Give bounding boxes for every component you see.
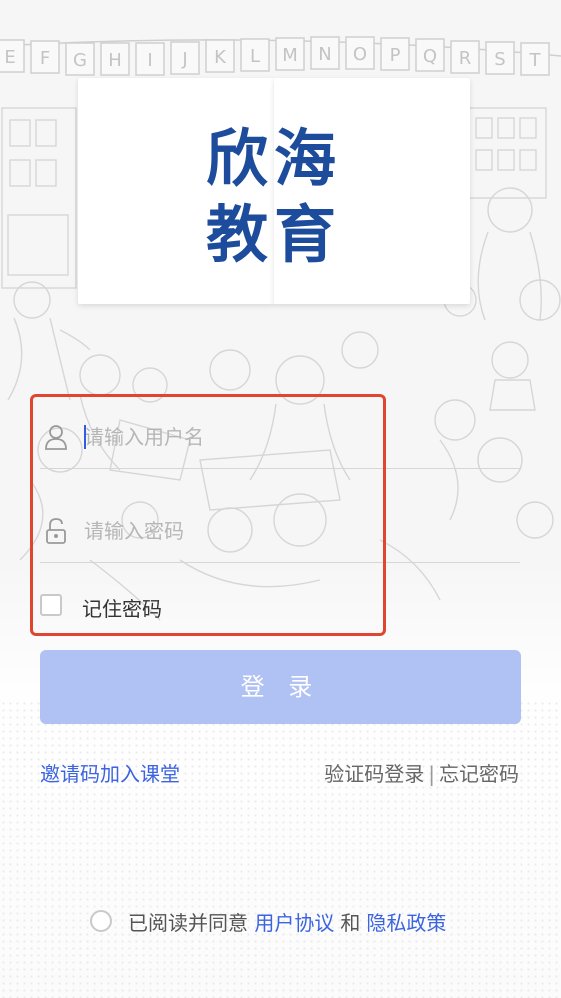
link-separator: |	[428, 762, 435, 786]
dot-pattern	[0, 700, 561, 998]
banner-letter: J	[181, 49, 187, 70]
agreement-radio[interactable]	[90, 910, 112, 932]
banner-letter: K	[214, 47, 227, 68]
banner-letter: R	[459, 48, 472, 69]
banner-letter: L	[250, 46, 260, 67]
agreement-and: 和	[340, 911, 361, 935]
alphabet-banner: E F GH I J K L MN O P Q R S T	[0, 36, 550, 76]
forgot-password-link[interactable]: 忘记密码	[439, 762, 519, 786]
banner-letter: T	[529, 50, 542, 71]
banner-letter: N	[318, 44, 331, 65]
highlight-box	[30, 394, 386, 636]
banner-letter: P	[390, 45, 401, 66]
banner-letter: G	[73, 50, 87, 71]
logo-line-1: 欣海	[205, 122, 342, 195]
invite-code-link[interactable]: 邀请码加入课堂	[40, 758, 180, 787]
agreement-prefix: 已阅读并同意	[128, 911, 248, 935]
right-links: 验证码登录 | 忘记密码	[324, 758, 519, 787]
banner-letter: F	[40, 48, 50, 69]
banner-letter: E	[4, 47, 15, 68]
banner-letter: O	[353, 44, 367, 65]
banner-letter: M	[282, 45, 298, 66]
banner-letter: I	[147, 50, 152, 71]
agreement-text: 已阅读并同意 用户协议和隐私政策	[128, 907, 446, 936]
logo-book: 欣海 教育	[78, 78, 470, 318]
sms-login-link[interactable]: 验证码登录	[324, 762, 424, 786]
user-agreement-link[interactable]: 用户协议	[254, 911, 334, 935]
login-button[interactable]: 登 录	[40, 650, 521, 724]
privacy-policy-link[interactable]: 隐私政策	[366, 911, 446, 935]
logo-line-2: 教育	[205, 198, 342, 271]
banner-letter: H	[108, 50, 122, 71]
banner-letter: S	[494, 49, 505, 70]
banner-letter: Q	[423, 46, 437, 67]
